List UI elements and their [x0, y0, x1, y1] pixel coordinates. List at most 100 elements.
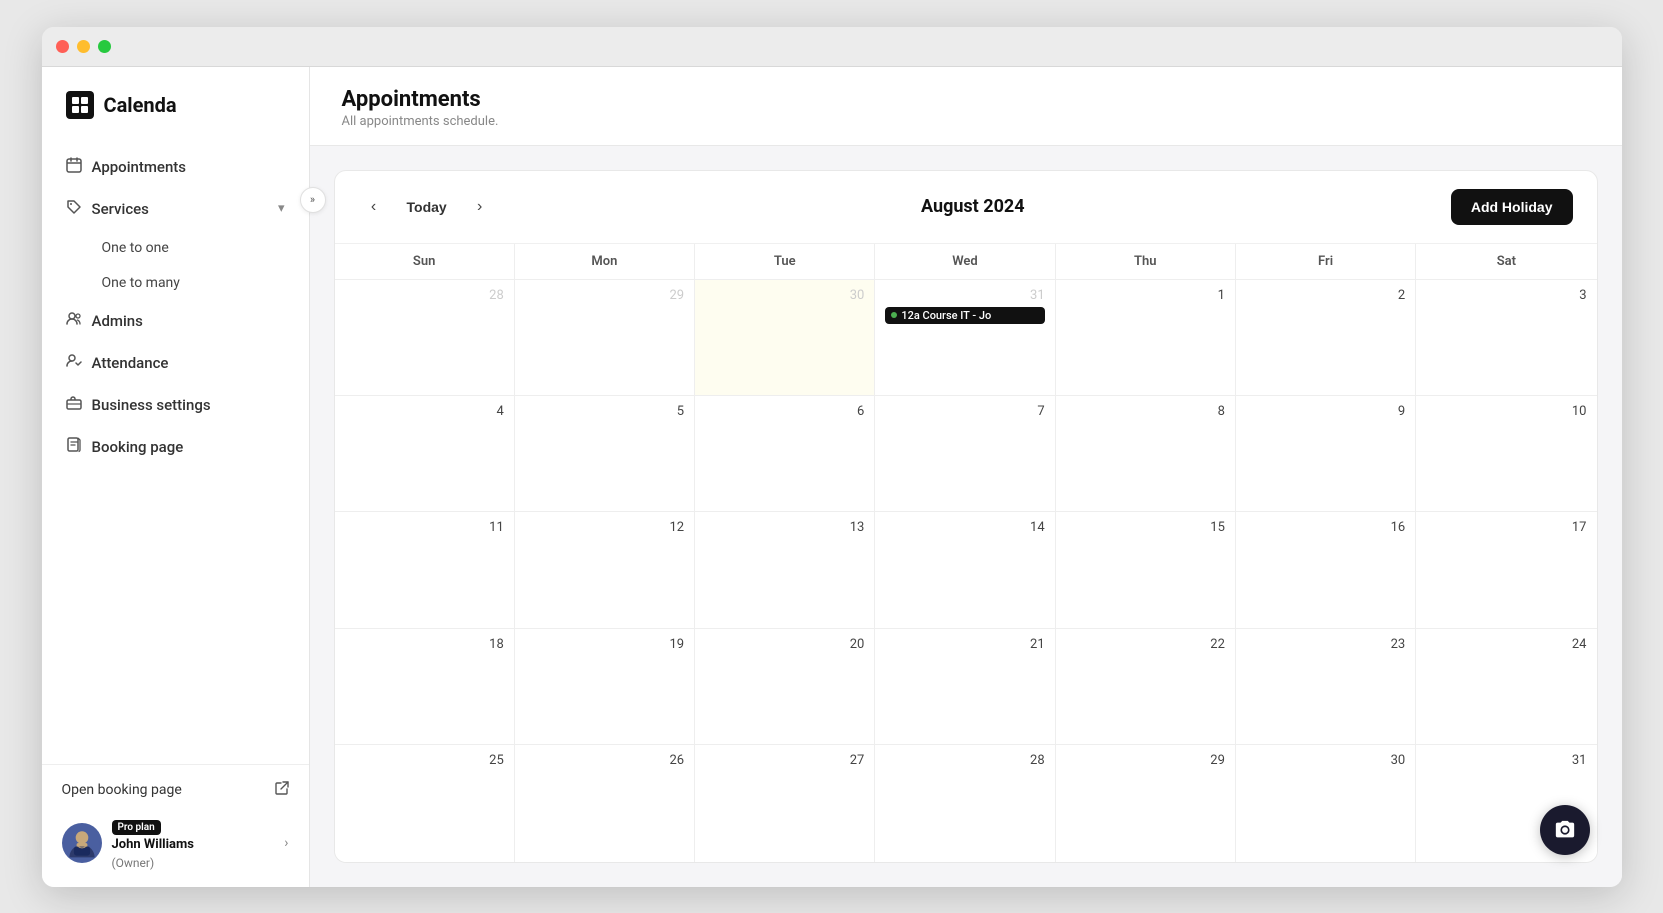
- calendar-day[interactable]: 5: [515, 396, 695, 511]
- calendar-day[interactable]: 17: [1416, 512, 1596, 627]
- next-month-button[interactable]: ›: [465, 192, 495, 222]
- external-link-icon: [275, 781, 289, 799]
- day-number: 2: [1246, 288, 1405, 303]
- day-number: 20: [705, 637, 864, 652]
- tag-icon: [66, 199, 82, 219]
- app-body: Calenda Appointments: [42, 67, 1622, 887]
- calendar-day[interactable]: 16: [1236, 512, 1416, 627]
- calendar-header-sun: Sun: [335, 244, 515, 279]
- day-number: 22: [1066, 637, 1225, 652]
- sidebar-item-services[interactable]: Services ▾: [54, 189, 297, 229]
- day-number: 8: [1066, 404, 1225, 419]
- calendar-day[interactable]: 10: [1416, 396, 1596, 511]
- calendar-month-title: August 2024: [495, 196, 1451, 217]
- calendar-grid: SunMonTueWedThuFriSat 2829303112a Course…: [335, 244, 1597, 862]
- calendar-day[interactable]: 6: [695, 396, 875, 511]
- calendar-day[interactable]: 15: [1056, 512, 1236, 627]
- day-number: 10: [1426, 404, 1586, 419]
- calendar-week-1: 2829 30 3112a Course IT - Jo12 3: [335, 280, 1597, 396]
- calendar-day[interactable]: 28: [335, 280, 515, 395]
- people-icon: [66, 311, 82, 331]
- day-number: 3: [1426, 288, 1586, 303]
- close-button[interactable]: [56, 40, 69, 53]
- day-number: 18: [345, 637, 504, 652]
- sidebar-item-admins[interactable]: Admins: [54, 301, 297, 341]
- calendar-day[interactable]: 30: [1236, 745, 1416, 861]
- calendar-day[interactable]: 8: [1056, 396, 1236, 511]
- sidebar-item-appointments-label: Appointments: [92, 158, 187, 176]
- calendar-day[interactable]: 9: [1236, 396, 1416, 511]
- sidebar-item-appointments[interactable]: Appointments: [54, 147, 297, 187]
- calendar-toolbar: ‹ Today › August 2024 Add Holiday: [335, 171, 1597, 244]
- calendar-day[interactable]: 3: [1416, 280, 1596, 395]
- calendar-day[interactable]: 18: [335, 629, 515, 744]
- calendar-day[interactable]: 20: [695, 629, 875, 744]
- user-role: (Owner): [112, 856, 155, 870]
- calendar-day[interactable]: 24: [1416, 629, 1596, 744]
- user-area[interactable]: Pro plan John Williams (Owner) ›: [62, 815, 289, 871]
- calendar-nav: ‹ Today ›: [359, 192, 495, 222]
- calendar-day[interactable]: 1: [1056, 280, 1236, 395]
- calendar-day[interactable]: 27: [695, 745, 875, 861]
- calendar-day[interactable]: 30: [695, 280, 875, 395]
- day-number: 28: [885, 753, 1044, 768]
- calendar-day[interactable]: 3112a Course IT - Jo: [875, 280, 1055, 395]
- calendar-day[interactable]: 25: [335, 745, 515, 861]
- chevron-right-icon: ›: [284, 835, 288, 851]
- day-number: 16: [1246, 520, 1405, 535]
- calendar-day[interactable]: 2: [1236, 280, 1416, 395]
- briefcase-icon: [66, 395, 82, 415]
- day-number: 30: [705, 288, 864, 303]
- calendar-day[interactable]: 22: [1056, 629, 1236, 744]
- sidebar-item-business-settings[interactable]: Business settings: [54, 385, 297, 425]
- screenshot-button[interactable]: [1540, 805, 1590, 855]
- calendar-body: 2829303112a Course IT - Jo12345678910111…: [335, 280, 1597, 862]
- calendar-day[interactable]: 26: [515, 745, 695, 861]
- calendar-day[interactable]: 7: [875, 396, 1055, 511]
- day-number: 21: [885, 637, 1044, 652]
- day-number: 26: [525, 753, 684, 768]
- calendar-day[interactable]: 19: [515, 629, 695, 744]
- prev-month-button[interactable]: ‹: [359, 192, 389, 222]
- calendar-day[interactable]: 29: [515, 280, 695, 395]
- calendar-event[interactable]: 12a Course IT - Jo: [885, 307, 1044, 324]
- calendar-day[interactable]: 21: [875, 629, 1055, 744]
- event-label: 12a Course IT - Jo: [901, 309, 991, 322]
- logo-area: Calenda: [42, 91, 309, 147]
- add-holiday-button[interactable]: Add Holiday: [1451, 189, 1573, 225]
- calendar-day[interactable]: 4: [335, 396, 515, 511]
- sidebar-item-attendance[interactable]: Attendance: [54, 343, 297, 383]
- calendar-day[interactable]: 28: [875, 745, 1055, 861]
- day-number: 24: [1426, 637, 1586, 652]
- sidebar-item-business-settings-label: Business settings: [92, 396, 211, 414]
- minimize-button[interactable]: [77, 40, 90, 53]
- logo-icon: [66, 91, 94, 119]
- open-booking-link[interactable]: Open booking page: [62, 781, 289, 799]
- services-submenu: One to one One to many: [54, 231, 297, 300]
- sidebar-item-booking-page[interactable]: Booking page: [54, 427, 297, 467]
- maximize-button[interactable]: [98, 40, 111, 53]
- user-plan-badge: Pro plan: [112, 820, 161, 835]
- calendar-day[interactable]: 23: [1236, 629, 1416, 744]
- day-number: 6: [705, 404, 864, 419]
- calendar-day[interactable]: 13: [695, 512, 875, 627]
- today-button[interactable]: Today: [399, 195, 455, 219]
- document-icon: [66, 437, 82, 457]
- calendar-header-sat: Sat: [1416, 244, 1596, 279]
- calendar-day[interactable]: 29: [1056, 745, 1236, 861]
- user-name: John Williams: [112, 837, 275, 852]
- day-number: 4: [345, 404, 504, 419]
- sidebar-item-one-to-one[interactable]: One to one: [90, 231, 297, 265]
- nav-items: Appointments Services ▾ One to one: [42, 147, 309, 764]
- sidebar-item-one-to-many[interactable]: One to many: [90, 266, 297, 300]
- app-window: Calenda Appointments: [42, 27, 1622, 887]
- collapse-sidebar-button[interactable]: »: [300, 187, 326, 213]
- calendar-day[interactable]: 12: [515, 512, 695, 627]
- attendance-icon: [66, 353, 82, 373]
- sidebar-item-admins-label: Admins: [92, 312, 143, 330]
- page-header: Appointments All appointments schedule.: [310, 67, 1622, 146]
- logo-text: Calenda: [104, 93, 177, 117]
- sidebar-bottom: Open booking page: [42, 764, 309, 887]
- calendar-day[interactable]: 14: [875, 512, 1055, 627]
- calendar-day[interactable]: 11: [335, 512, 515, 627]
